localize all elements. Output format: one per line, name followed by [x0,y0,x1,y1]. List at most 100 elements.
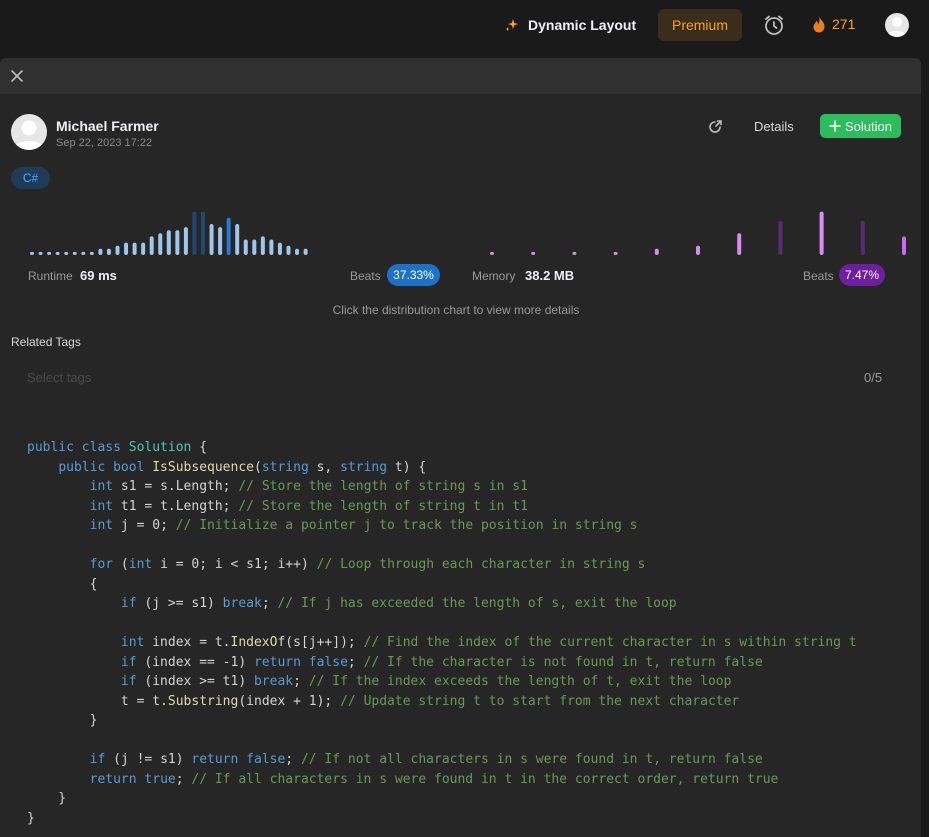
code-line: if (index == -1) return false; // If the… [120,654,763,670]
streak-count: 271 [832,16,856,32]
top-navbar: Dynamic Layout Premium 271 [0,0,929,50]
plus-icon [829,120,841,132]
dynamic-layout-label: Dynamic Layout [528,17,637,33]
code-line: if (j != s1) return false; // If not all… [89,752,763,767]
runtime-distribution-bar[interactable] [98,248,103,255]
runtime-distribution-bar[interactable] [201,211,205,255]
runtime-distribution-bar[interactable] [260,236,265,255]
memory-distribution-bar[interactable] [737,233,742,255]
runtime-distribution-bar[interactable] [115,245,120,255]
runtime-distribution-bar[interactable] [81,251,86,255]
runtime-distribution-bar[interactable] [226,217,231,255]
code-line: { [27,576,98,592]
code-line: t = t.Substring(index + 1); // Update st… [27,693,740,709]
code-line: } [27,810,35,826]
memory-distribution-bar[interactable] [696,245,700,255]
runtime-distribution-bar[interactable] [175,230,180,255]
code-line: } [27,713,98,728]
runtime-distribution-bar[interactable] [106,248,111,255]
runtime-distribution-bar[interactable] [218,227,223,255]
runtime-value: 69 ms [80,268,117,283]
code-line: return true; // If all characters in s w… [89,771,779,787]
memory-distribution-bar[interactable] [654,248,659,255]
alarm-clock-icon[interactable] [762,13,786,37]
avatar-placeholder-icon [887,17,907,37]
memory-beats-badge: 7.47% [839,264,885,286]
share-icon[interactable] [707,119,723,135]
runtime-distribution-bar[interactable] [124,242,129,255]
memory-distribution-bar[interactable] [860,220,865,255]
avatar-placeholder-icon [14,120,44,150]
tags-input[interactable]: Select tags [27,370,867,390]
runtime-distribution-bar[interactable] [166,230,171,255]
chart-hint: Click the distribution chart to view mor… [332,303,580,317]
dynamic-layout-button[interactable]: Dynamic Layout [504,15,636,35]
runtime-distribution-bar[interactable] [158,233,163,255]
memory-label: Memory [472,269,516,283]
memory-distribution-bar[interactable] [778,220,783,255]
runtime-distribution-bar[interactable] [269,239,274,256]
runtime-distribution-bar[interactable] [243,239,248,256]
runtime-beats-label: Beats [350,269,381,283]
runtime-distribution-bar[interactable] [47,251,52,255]
author-avatar[interactable] [11,114,47,150]
runtime-distribution-bar[interactable] [141,242,146,255]
memory-distribution-bar[interactable] [572,251,577,255]
memory-distribution-bar[interactable] [531,251,536,255]
memory-value: 38.2 MB [525,268,575,283]
code-line: int t1 = t.Length; // Store the length o… [89,498,528,514]
memory-distribution-bar[interactable] [613,251,618,255]
memory-distribution-bar[interactable] [819,211,824,255]
code-line: } [27,791,67,806]
runtime-distribution-bar[interactable] [303,248,308,255]
close-icon[interactable] [10,69,24,83]
runtime-distribution-bar[interactable] [149,236,154,255]
language-badge: C# [11,167,50,189]
runtime-distribution-bar[interactable] [295,248,300,255]
runtime-distribution-bar[interactable] [64,251,69,255]
runtime-distribution-bar[interactable] [55,251,60,255]
runtime-distribution-bar[interactable] [38,251,43,255]
solution-button[interactable]: Solution [820,114,901,138]
runtime-distribution-bar[interactable] [192,211,197,255]
fire-icon [813,16,825,33]
code-line: int s1 = s.Length; // Store the length o… [89,479,528,494]
code-block: public class Solution { public bool IsSu… [27,438,857,828]
runtime-distribution-bar[interactable] [235,224,240,255]
memory-distribution-bar[interactable] [902,236,906,255]
solution-label: Solution [845,118,892,134]
memory-distribution-bar[interactable] [490,251,494,255]
distribution-chart[interactable] [0,198,921,258]
premium-button[interactable]: Premium [658,9,742,41]
runtime-distribution-bar[interactable] [277,242,282,255]
code-line: public class Solution { [27,440,208,455]
code-line: for (int i = 0; i < s1; i++) // Loop thr… [89,557,646,572]
streak-counter[interactable]: 271 [812,15,855,33]
runtime-distribution-bar[interactable] [89,251,94,255]
sparkle-icon [505,19,518,31]
runtime-distribution-bar[interactable] [72,251,77,255]
runtime-beats-badge: 37.33% [387,264,440,286]
author-name[interactable]: Michael Farmer [56,118,159,134]
panel-header [0,58,921,94]
code-line: if (j >= s1) break; // If j has exceeded… [120,596,677,611]
code-line: int index = t.IndexOf(s[j++]); // Find t… [120,635,857,650]
details-button[interactable]: Details [754,119,794,134]
runtime-distribution-bar[interactable] [132,242,137,255]
runtime-distribution-bar[interactable] [30,251,34,255]
memory-beats-label: Beats [803,269,834,283]
user-avatar[interactable] [885,13,909,37]
code-line: if (index >= t1) break; // If the index … [120,674,732,689]
submission-date: Sep 22, 2023 17:22 [56,137,153,149]
code-line: public bool IsSubsequence(string s, stri… [58,459,427,475]
runtime-distribution-bar[interactable] [183,227,188,255]
runtime-distribution-bar[interactable] [286,245,291,255]
runtime-distribution-bar[interactable] [209,224,214,255]
tags-count: 0/5 [864,370,883,385]
submission-panel: Michael Farmer Sep 22, 2023 17:22 Detail… [0,58,921,837]
runtime-label: Runtime [28,269,73,283]
runtime-distribution-bar[interactable] [252,239,257,256]
